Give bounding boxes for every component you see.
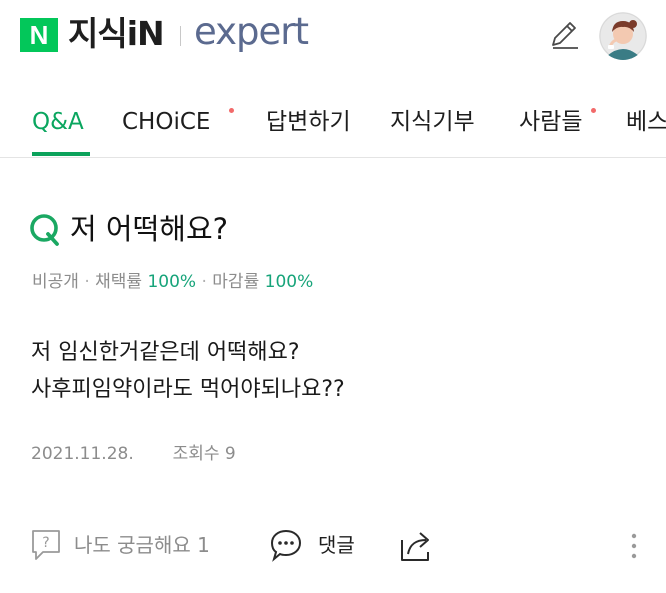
- logo-divider: [180, 26, 181, 46]
- view-count: 조회수 9: [172, 444, 236, 464]
- meta-separator: ·: [84, 272, 96, 292]
- question-q-icon: [30, 214, 59, 246]
- question-mark-speech-icon[interactable]: ?: [30, 528, 62, 562]
- question-body-line: 사후피임약이라도 먹어야되나요??: [31, 377, 345, 402]
- tab-people-new-dot: [591, 108, 596, 113]
- tab-people[interactable]: 사람들: [519, 106, 582, 138]
- kin-logo[interactable]: 지식iN: [68, 13, 165, 55]
- action-bar: ? 나도 궁금해요 1 댓글: [0, 515, 666, 575]
- svg-text:?: ?: [42, 535, 49, 551]
- tab-choice-new-dot: [229, 108, 234, 113]
- tab-qa[interactable]: Q&A: [32, 106, 84, 138]
- tab-best[interactable]: 베스: [626, 106, 666, 138]
- close-rate-label: 마감률: [212, 272, 260, 292]
- curious-button[interactable]: 나도 궁금해요 1: [74, 530, 210, 560]
- meta-separator: ·: [201, 272, 213, 292]
- expert-logo[interactable]: expert: [194, 9, 309, 55]
- main-tabs: Q&A CHOiCE 답변하기 지식기부 사람들 베스: [0, 86, 666, 158]
- tab-answer[interactable]: 답변하기: [266, 106, 351, 138]
- question-title: 저 어떡해요?: [70, 212, 229, 246]
- adopt-rate-label: 채택률: [95, 272, 143, 292]
- tab-donation[interactable]: 지식기부: [390, 106, 475, 138]
- close-rate-value: 100%: [264, 272, 314, 292]
- naver-logo[interactable]: N: [20, 18, 58, 52]
- question-meta: 비공개 · 채택률 100% · 마감률 100%: [32, 269, 313, 295]
- active-tab-indicator: [32, 152, 90, 156]
- question-body-line: 저 임신한거같은데 어떡해요?: [31, 340, 300, 365]
- privacy-label: 비공개: [32, 272, 79, 292]
- tab-choice[interactable]: CHOiCE: [122, 106, 210, 138]
- avatar[interactable]: [599, 12, 647, 60]
- question-date: 2021.11.28.: [31, 444, 134, 464]
- adopt-rate-value: 100%: [147, 272, 197, 292]
- share-icon[interactable]: [398, 528, 436, 564]
- question-date-views: 2021.11.28. 조회수 9: [31, 441, 236, 467]
- app-header: N 지식iN expert: [0, 0, 666, 70]
- comment-button[interactable]: 댓글: [318, 530, 355, 560]
- comment-bubble-icon[interactable]: [268, 527, 304, 563]
- more-options-icon[interactable]: [624, 528, 644, 564]
- pencil-icon[interactable]: [546, 18, 582, 54]
